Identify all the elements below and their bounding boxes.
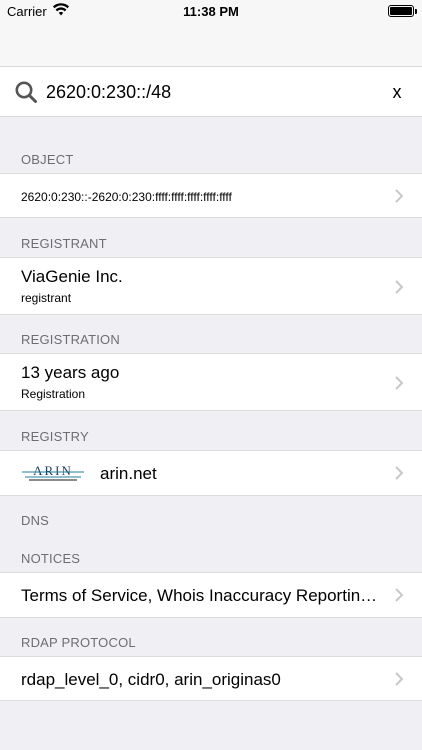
registry-domain: arin.net <box>100 464 157 483</box>
status-bar: Carrier 11:38 PM <box>0 0 422 22</box>
section-header-notices: NOTICES <box>21 551 81 566</box>
chevron-right-icon <box>395 672 403 686</box>
chevron-right-icon <box>395 588 403 602</box>
section-header-dns: DNS <box>21 513 50 528</box>
search-bar: x <box>0 66 422 117</box>
battery-cap <box>415 9 417 14</box>
battery-icon <box>388 5 414 17</box>
section-header-rdap-protocol: RDAP PROTOCOL <box>21 635 136 650</box>
object-cell[interactable]: 2620:0:230::-2620:0:230:ffff:ffff:ffff:f… <box>0 173 422 218</box>
rdap-protocol-cell[interactable]: rdap_level_0, cidr0, arin_originas0 <box>0 656 422 701</box>
clock: 11:38 PM <box>183 4 239 19</box>
chevron-right-icon <box>395 189 403 203</box>
chevron-right-icon <box>395 280 403 294</box>
arin-logo: ARIN <box>22 463 84 481</box>
notices-list: Terms of Service, Whois Inaccuracy Repor… <box>21 586 383 605</box>
svg-text:ARIN: ARIN <box>33 463 73 478</box>
section-header-registration: REGISTRATION <box>21 332 120 347</box>
registration-cell[interactable]: 13 years ago Registration <box>0 353 422 411</box>
chevron-right-icon <box>395 466 403 480</box>
section-header-object: OBJECT <box>21 152 74 167</box>
registration-age: 13 years ago <box>21 363 120 382</box>
search-icon <box>15 81 37 103</box>
notices-cell[interactable]: Terms of Service, Whois Inaccuracy Repor… <box>0 572 422 618</box>
registration-label: Registration <box>21 387 86 401</box>
object-range: 2620:0:230::-2620:0:230:ffff:ffff:ffff:f… <box>21 190 232 204</box>
clear-search-button[interactable]: x <box>386 80 408 104</box>
section-header-registry: REGISTRY <box>21 429 89 444</box>
registrant-role: registrant <box>21 291 72 305</box>
chevron-right-icon <box>395 376 403 390</box>
rdap-conformance: rdap_level_0, cidr0, arin_originas0 <box>21 670 281 689</box>
search-input[interactable] <box>46 77 366 107</box>
registrant-name: ViaGenie Inc. <box>21 267 123 286</box>
navigation-bar <box>0 22 422 66</box>
registry-cell[interactable]: ARIN arin.net <box>0 450 422 496</box>
section-header-registrant: REGISTRANT <box>21 236 107 251</box>
registrant-cell[interactable]: ViaGenie Inc. registrant <box>0 257 422 315</box>
